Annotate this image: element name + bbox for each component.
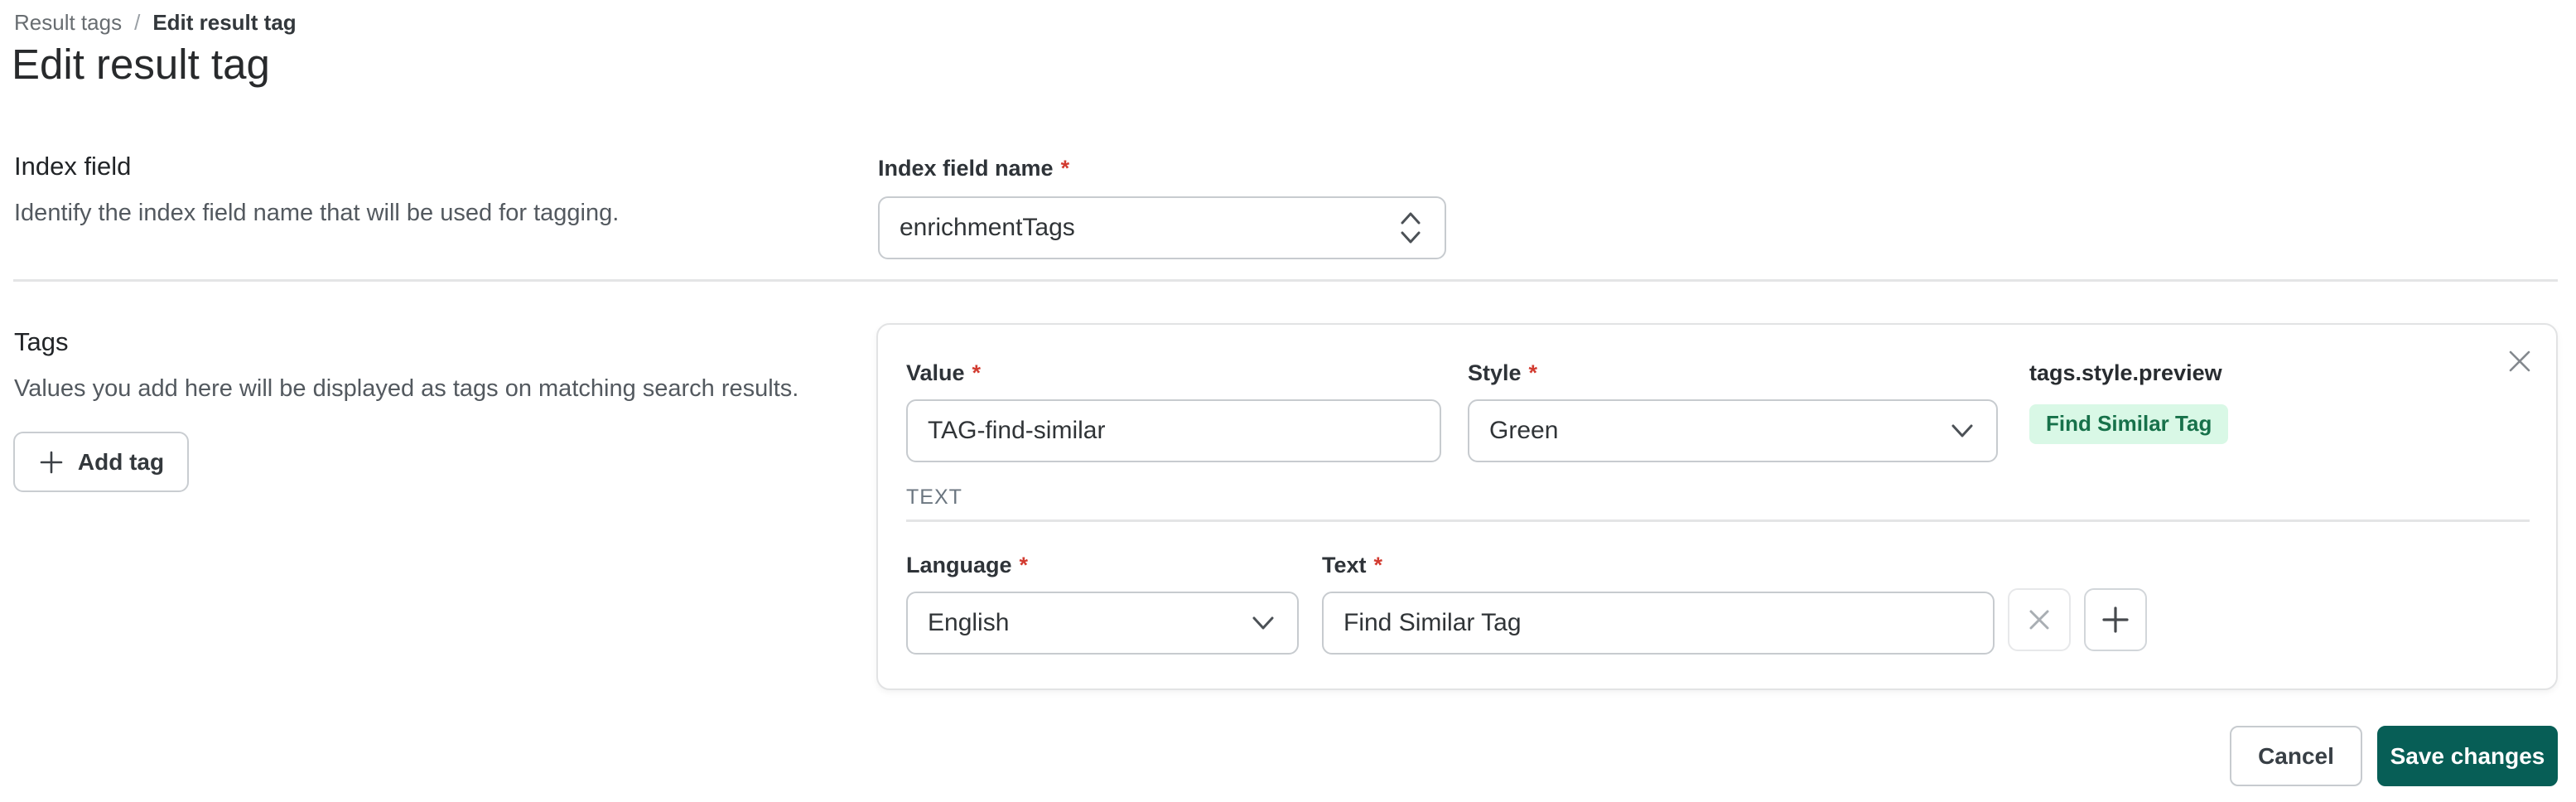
section-divider: [13, 279, 2558, 282]
chevron-down-icon: [1252, 616, 1274, 630]
cancel-button[interactable]: Cancel: [2230, 726, 2362, 786]
close-icon: [2029, 610, 2049, 630]
breadcrumb-current-page: Edit result tag: [152, 10, 297, 35]
plus-icon: [2102, 606, 2129, 633]
tag-language-label: Language *: [906, 553, 1029, 577]
tag-value-group: Value *: [906, 360, 1441, 462]
breadcrumb-separator: /: [134, 10, 141, 35]
index-field-name-combobox[interactable]: enrichmentTags: [878, 196, 1446, 259]
tag-style-label: Style *: [1468, 360, 1538, 385]
add-language-button[interactable]: [2084, 588, 2147, 651]
remove-language-button[interactable]: [2008, 588, 2071, 651]
required-asterisk: *: [1528, 360, 1538, 385]
text-group-heading: TEXT: [906, 486, 962, 509]
tag-style-preview-label: tags.style.preview: [2029, 360, 2222, 385]
plus-icon: [40, 451, 63, 473]
required-asterisk: *: [1373, 553, 1383, 577]
save-changes-button[interactable]: Save changes: [2377, 726, 2558, 786]
remove-tag-button[interactable]: [2500, 341, 2540, 381]
tag-language-group: Language * English: [906, 553, 1299, 655]
tags-heading: Tags: [14, 327, 69, 356]
tag-text-label: Text *: [1322, 553, 1383, 577]
tag-language-value: English: [928, 609, 1010, 636]
required-asterisk: *: [972, 360, 982, 385]
add-tag-button[interactable]: Add tag: [13, 432, 189, 492]
chevron-down-icon: [1951, 424, 1973, 437]
tag-language-select[interactable]: English: [906, 592, 1299, 655]
close-icon: [2509, 350, 2530, 372]
page-title: Edit result tag: [12, 41, 270, 88]
tag-value-input-wrap: [906, 399, 1441, 462]
index-field-name-value: enrichmentTags: [900, 214, 1075, 241]
tag-value-input[interactable]: [928, 417, 1420, 445]
footer-actions: Cancel Save changes: [2230, 726, 2558, 786]
text-group-divider: [906, 519, 2530, 522]
tags-section-intro: Tags Values you add here will be display…: [14, 327, 842, 403]
index-field-heading: Index field: [14, 152, 132, 181]
tag-style-group: Style * Green: [1468, 360, 1998, 462]
tag-value-label: Value *: [906, 360, 982, 385]
tag-style-value: Green: [1489, 417, 1559, 444]
required-asterisk: *: [1060, 156, 1070, 181]
tag-card: Value * Style * Green tags.style.preview…: [876, 323, 2558, 690]
tag-text-input[interactable]: [1343, 609, 1973, 637]
breadcrumb: Result tags / Edit result tag: [14, 10, 297, 36]
tag-text-input-wrap: [1322, 592, 1995, 655]
tag-style-preview-chip: Find Similar Tag: [2029, 404, 2229, 444]
index-field-name-label: Index field name *: [878, 156, 1070, 181]
tag-style-select[interactable]: Green: [1468, 399, 1998, 462]
tags-description: Values you add here will be displayed as…: [14, 375, 799, 402]
tag-style-preview-block: tags.style.preview Find Similar Tag: [2029, 360, 2229, 444]
tag-text-group: Text *: [1322, 553, 1995, 655]
add-tag-label: Add tag: [77, 448, 165, 475]
index-field-section-intro: Index field Identify the index field nam…: [14, 152, 842, 227]
required-asterisk: *: [1019, 553, 1029, 577]
index-field-description: Identify the index field name that will …: [14, 200, 620, 226]
unfold-arrows-icon: [1401, 212, 1421, 244]
index-field-name-group: Index field name * enrichmentTags: [878, 156, 1446, 259]
breadcrumb-result-tags[interactable]: Result tags: [14, 10, 122, 36]
